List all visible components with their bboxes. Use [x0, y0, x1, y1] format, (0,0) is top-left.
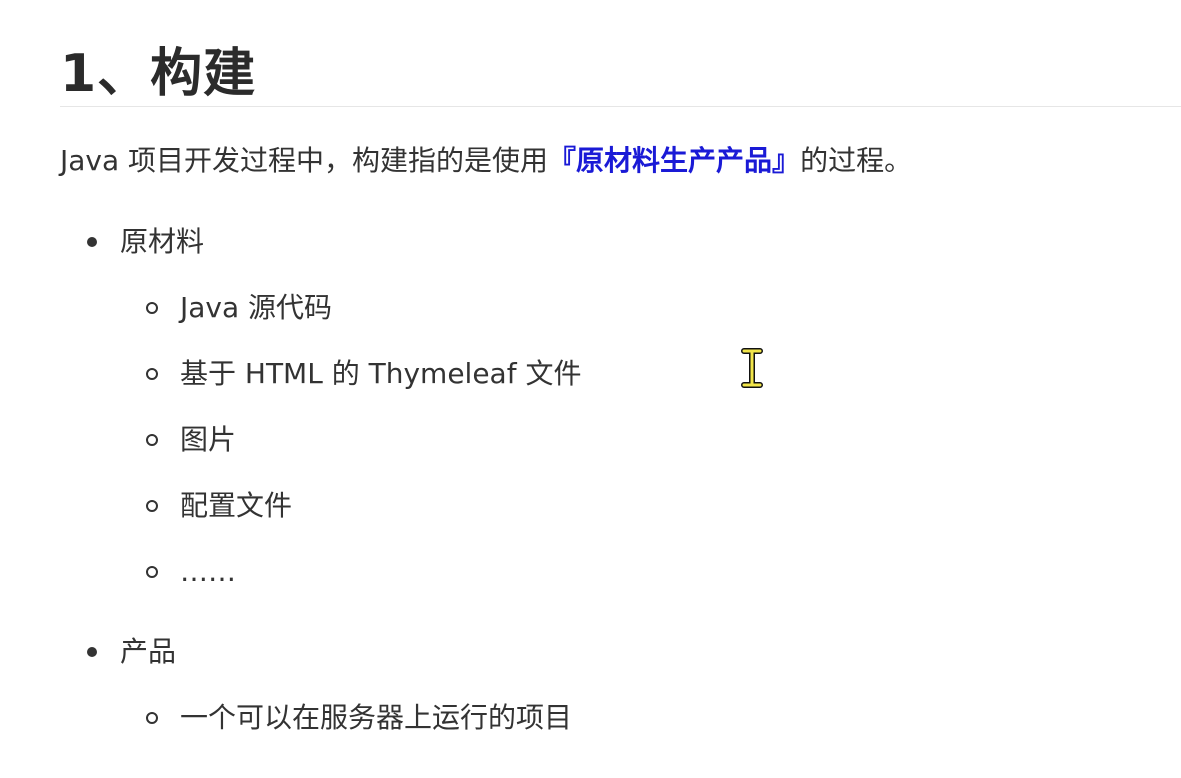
- product-sublist: 一个可以在服务器上运行的项目: [120, 685, 1181, 751]
- intro-text-before: Java 项目开发过程中，构建指的是使用: [60, 144, 549, 177]
- hollow-bullet-icon: [146, 566, 158, 578]
- bullet-row: 原材料: [87, 209, 1181, 275]
- sub-list-item: 基于 HTML 的 Thymeleaf 文件: [146, 341, 1181, 407]
- raw-materials-sublist: Java 源代码 基于 HTML 的 Thymeleaf 文件 图片 配置文件 …: [120, 275, 1181, 605]
- hollow-bullet-icon: [146, 500, 158, 512]
- document-body: 1、构建 Java 项目开发过程中，构建指的是使用『原材料生产产品』的过程。 原…: [60, 30, 1181, 751]
- hollow-bullet-icon: [146, 302, 158, 314]
- section-heading: 1、构建: [60, 44, 257, 104]
- sub-item-label: Java 源代码: [180, 291, 333, 324]
- bullet-row: 产品: [87, 619, 1181, 685]
- intro-paragraph: Java 项目开发过程中，构建指的是使用『原材料生产产品』的过程。: [60, 141, 1181, 181]
- sub-item-label: 图片: [180, 423, 237, 456]
- build-list: 原材料 Java 源代码 基于 HTML 的 Thymeleaf 文件 图片 配…: [60, 209, 1181, 751]
- sub-list-item: Java 源代码: [146, 275, 1181, 341]
- sub-list-item: ……: [146, 539, 1181, 605]
- intro-text-after: 的过程。: [800, 144, 913, 177]
- hollow-bullet-icon: [146, 712, 158, 724]
- heading-divider: [60, 106, 1181, 107]
- list-item-label: 产品: [120, 635, 177, 668]
- sub-list-item: 图片: [146, 407, 1181, 473]
- hollow-bullet-icon: [146, 368, 158, 380]
- list-item-raw-materials: 原材料 Java 源代码 基于 HTML 的 Thymeleaf 文件 图片 配…: [60, 209, 1181, 605]
- list-spacer: [60, 605, 1181, 619]
- sub-list-item: 配置文件: [146, 473, 1181, 539]
- sub-item-label: 基于 HTML 的 Thymeleaf 文件: [180, 357, 582, 390]
- intro-highlight: 『原材料生产产品』: [548, 144, 801, 177]
- text-cursor-icon: [741, 348, 763, 388]
- list-item-product: 产品 一个可以在服务器上运行的项目: [60, 619, 1181, 751]
- bullet-dot-icon: [87, 237, 97, 247]
- sub-item-label: ……: [180, 555, 236, 588]
- sub-list-item: 一个可以在服务器上运行的项目: [146, 685, 1181, 751]
- sub-item-label: 配置文件: [180, 489, 293, 522]
- hollow-bullet-icon: [146, 434, 158, 446]
- list-item-label: 原材料: [120, 225, 205, 258]
- sub-item-label: 一个可以在服务器上运行的项目: [180, 701, 573, 734]
- bullet-dot-icon: [87, 647, 97, 657]
